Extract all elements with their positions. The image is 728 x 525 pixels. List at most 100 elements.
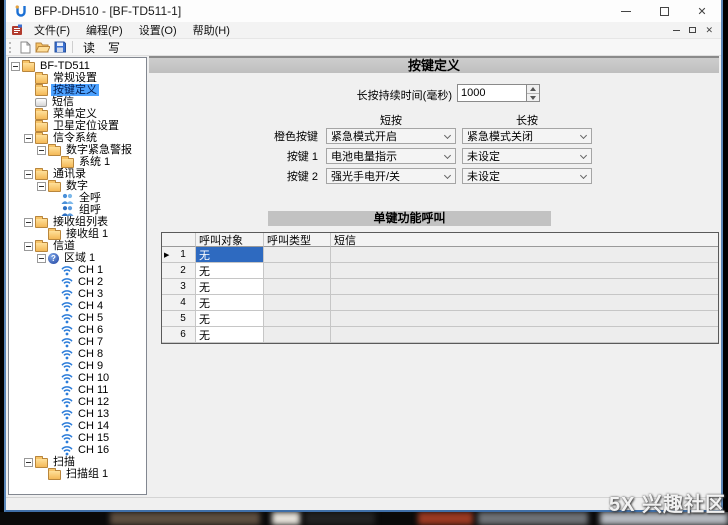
tree-item[interactable]: 接收组 1 [9, 228, 146, 240]
tree-expander-icon[interactable] [37, 254, 46, 263]
tree-item[interactable]: 扫描组 1 [9, 468, 146, 480]
tree-expander-icon[interactable] [24, 170, 33, 179]
tree-item[interactable]: CH 15 [9, 432, 146, 444]
tree-item[interactable]: BF-TD511 [9, 60, 146, 72]
table-row[interactable]: ▶1无 [162, 247, 718, 263]
spin-up-icon[interactable] [527, 85, 539, 94]
new-file-button[interactable] [17, 40, 34, 55]
tree-item[interactable]: CH 1 [9, 264, 146, 276]
tree-item[interactable]: CH 3 [9, 288, 146, 300]
minimize-button[interactable] [607, 0, 645, 22]
menu-program[interactable]: 编程(P) [78, 22, 131, 38]
tree-item[interactable]: 短信 [9, 96, 146, 108]
key1-short-select[interactable]: 电池电量指示 [326, 148, 456, 164]
key1-long-select[interactable]: 未设定 [462, 148, 592, 164]
key2-long-select[interactable]: 未设定 [462, 168, 592, 184]
tree-item[interactable]: 信道 [9, 240, 146, 252]
tree-expander-icon[interactable] [37, 182, 46, 191]
sms-cell[interactable] [331, 311, 718, 327]
sms-cell[interactable] [331, 247, 718, 263]
call-type-cell[interactable] [264, 279, 331, 295]
long-press-input[interactable] [457, 84, 527, 102]
table-row[interactable]: 5无 [162, 311, 718, 327]
call-target-cell[interactable]: 无 [196, 279, 264, 295]
tree-item[interactable]: 扫描 [9, 456, 146, 468]
sms-cell[interactable] [331, 279, 718, 295]
row-header-cell[interactable]: ▶1 [162, 247, 196, 263]
tree-item[interactable]: 系统 1 [9, 156, 146, 168]
tree-expander-icon[interactable] [24, 458, 33, 467]
tree-expander-icon[interactable] [24, 242, 33, 251]
open-file-button[interactable] [34, 40, 51, 55]
row-header-cell[interactable]: 3 [162, 279, 196, 295]
tree-item[interactable]: 信令系统 [9, 132, 146, 144]
read-button[interactable]: 读 [77, 39, 102, 56]
tree-item[interactable]: CH 6 [9, 324, 146, 336]
call-type-cell[interactable] [264, 311, 331, 327]
tree-item[interactable]: ?区域 1 [9, 252, 146, 264]
tree-item[interactable]: 组呼 [9, 204, 146, 216]
tree-item[interactable]: CH 11 [9, 384, 146, 396]
sms-cell[interactable] [331, 327, 718, 343]
table-row[interactable]: 4无 [162, 295, 718, 311]
tree-item[interactable]: 数字紧急警报 [9, 144, 146, 156]
mdi-restore-icon[interactable] [689, 27, 696, 33]
tree-expander-icon[interactable] [37, 146, 46, 155]
menu-file[interactable]: 文件(F) [26, 22, 78, 38]
key2-short-select[interactable]: 强光手电开/关 [326, 168, 456, 184]
sms-cell[interactable] [331, 263, 718, 279]
call-type-cell[interactable] [264, 263, 331, 279]
tree-item[interactable]: CH 14 [9, 420, 146, 432]
spin-down-icon[interactable] [527, 94, 539, 102]
tree-expander-icon[interactable] [11, 62, 20, 71]
call-type-cell[interactable] [264, 327, 331, 343]
row-header-cell[interactable]: 4 [162, 295, 196, 311]
tree-item[interactable]: CH 8 [9, 348, 146, 360]
call-target-cell[interactable]: 无 [196, 311, 264, 327]
tree-item[interactable]: CH 2 [9, 276, 146, 288]
tree-item[interactable]: CH 10 [9, 372, 146, 384]
orange-key-short-select[interactable]: 紧急模式开启 [326, 128, 456, 144]
save-button[interactable] [51, 40, 68, 55]
tree-item[interactable]: 菜单定义 [9, 108, 146, 120]
tree-item[interactable]: 全呼 [9, 192, 146, 204]
menu-settings[interactable]: 设置(O) [131, 22, 185, 38]
row-header-cell[interactable]: 6 [162, 327, 196, 343]
sms-cell[interactable] [331, 295, 718, 311]
mdi-minimize-icon[interactable] [673, 30, 680, 31]
tree-item[interactable]: CH 9 [9, 360, 146, 372]
close-button[interactable]: ✕ [683, 0, 721, 22]
row-header-cell[interactable]: 5 [162, 311, 196, 327]
table-row[interactable]: 6无 [162, 327, 718, 343]
call-type-cell[interactable] [264, 295, 331, 311]
maximize-button[interactable] [645, 0, 683, 22]
tree-expander-icon[interactable] [24, 218, 33, 227]
call-target-cell[interactable]: 无 [196, 295, 264, 311]
tree-item[interactable]: 按键定义 [9, 84, 146, 96]
write-button[interactable]: 写 [102, 39, 127, 56]
mdi-close-icon[interactable]: ✕ [705, 26, 713, 35]
tree-item[interactable]: CH 4 [9, 300, 146, 312]
tree-item[interactable]: CH 16 [9, 444, 146, 456]
tree-item[interactable]: 数字 [9, 180, 146, 192]
tree-item[interactable]: 卫星定位设置 [9, 120, 146, 132]
orange-key-long-select[interactable]: 紧急模式关闭 [462, 128, 592, 144]
tree-item[interactable]: CH 12 [9, 396, 146, 408]
table-row[interactable]: 3无 [162, 279, 718, 295]
tree-expander-icon[interactable] [24, 134, 33, 143]
table-row[interactable]: 2无 [162, 263, 718, 279]
tree-item[interactable]: 接收组列表 [9, 216, 146, 228]
tree-item[interactable]: CH 7 [9, 336, 146, 348]
tree-item[interactable]: 通讯录 [9, 168, 146, 180]
call-target-cell[interactable]: 无 [196, 247, 264, 263]
call-target-cell[interactable]: 无 [196, 327, 264, 343]
call-type-cell[interactable] [264, 247, 331, 263]
tree-item[interactable]: CH 5 [9, 312, 146, 324]
tree-item[interactable]: CH 13 [9, 408, 146, 420]
tree-item[interactable]: 常规设置 [9, 72, 146, 84]
tree-item-label: 通讯录 [51, 168, 88, 180]
call-target-cell[interactable]: 无 [196, 263, 264, 279]
menu-help[interactable]: 帮助(H) [185, 22, 238, 38]
row-header-cell[interactable]: 2 [162, 263, 196, 279]
tree-item-label: CH 3 [76, 288, 105, 300]
